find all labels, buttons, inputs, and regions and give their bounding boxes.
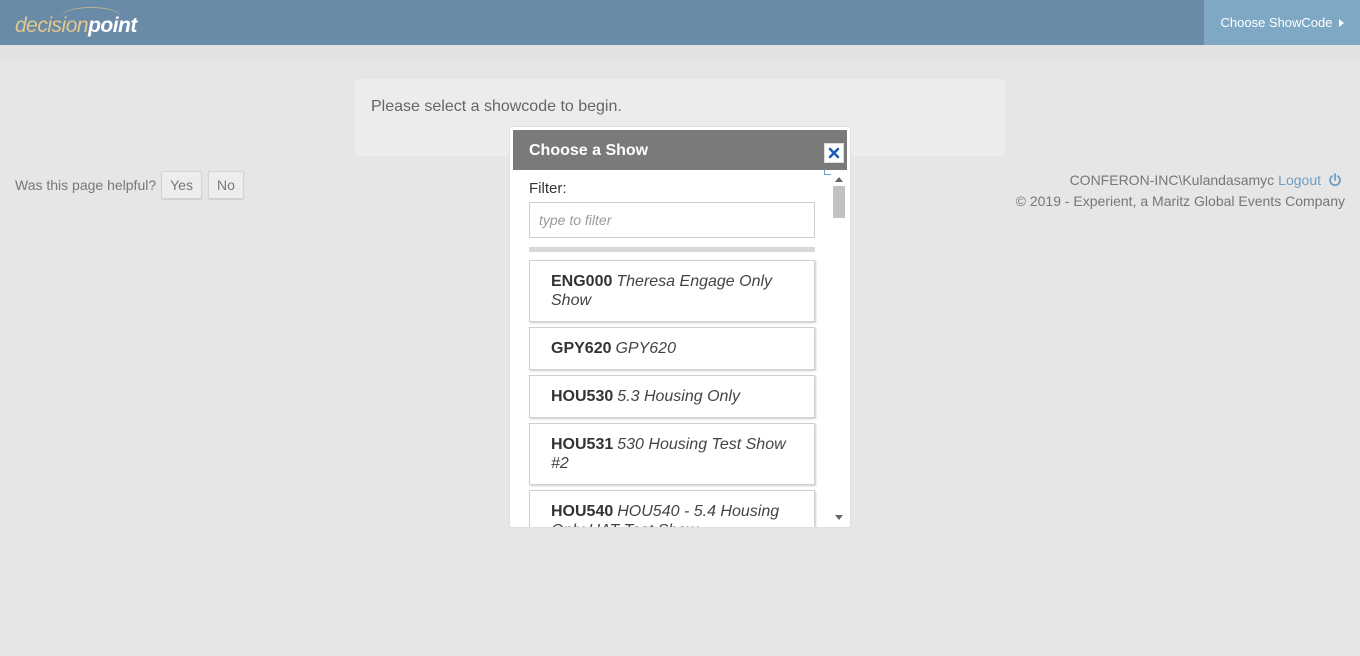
list-scrollbar[interactable] — [831, 173, 847, 524]
user-info: CONFERON-INC\Kulandasamyc Logout — [1070, 172, 1343, 188]
show-name: 5.3 Housing Only — [617, 388, 740, 405]
show-list-item[interactable]: HOU530 5.3 Housing Only — [529, 375, 815, 418]
show-list-item[interactable]: GPY620 GPY620 — [529, 327, 815, 370]
show-code: ENG000 — [551, 273, 613, 290]
power-icon[interactable] — [1327, 172, 1343, 188]
select-showcode-message: Please select a showcode to begin. — [371, 98, 622, 115]
feedback-question: Was this page helpful? — [15, 177, 157, 193]
feedback-yes-button[interactable]: Yes — [161, 171, 202, 199]
show-code: HOU531 — [551, 436, 614, 453]
feedback-no-button[interactable]: No — [207, 171, 244, 199]
logo-text-point: point — [88, 14, 137, 37]
show-list-item[interactable]: ENG000 Theresa Engage Only Show — [529, 260, 815, 322]
show-code: GPY620 — [551, 340, 612, 357]
logout-link[interactable]: Logout — [1278, 172, 1321, 188]
top-navbar: decisionpoint Choose ShowCode — [0, 0, 1360, 45]
filter-divider — [529, 247, 815, 252]
close-icon — [828, 147, 840, 159]
modal-close-button[interactable] — [824, 143, 844, 163]
scrollbar-thumb[interactable] — [833, 186, 845, 218]
modal-header: Choose a Show — [513, 130, 847, 170]
choose-showcode-button[interactable]: Choose ShowCode — [1204, 0, 1360, 45]
filter-input[interactable] — [529, 202, 815, 238]
app-logo[interactable]: decisionpoint — [15, 14, 137, 38]
logo-text-decision: decision — [15, 14, 89, 37]
choose-show-modal: Choose a Show Filter: ENG000Theresa Enga… — [510, 127, 850, 527]
show-name: GPY620 — [615, 340, 676, 357]
scroll-down-icon[interactable] — [835, 515, 843, 520]
caret-right-icon — [1338, 18, 1344, 27]
show-code: HOU530 — [551, 388, 614, 405]
show-list-item[interactable]: HOU531 530 Housing Test Show #2 — [529, 423, 815, 485]
resize-grip-icon — [824, 170, 831, 175]
show-list-item[interactable]: HOU540HOU540 - 5.4 Housing Only UAT Test… — [529, 490, 815, 527]
filter-label: Filter: — [529, 180, 567, 197]
copyright: © 2019 - Experient, a Maritz Global Even… — [1015, 193, 1345, 209]
sub-header-strip — [0, 45, 1360, 61]
show-list: ENG000 Theresa Engage Only Show GPY620 GPY… — [529, 260, 815, 527]
choose-showcode-label: Choose ShowCode — [1220, 15, 1333, 30]
username: CONFERON-INC\Kulandasamyc — [1069, 172, 1275, 188]
scroll-up-icon[interactable] — [835, 177, 843, 182]
show-code: HOU540 — [551, 503, 614, 520]
page-feedback: Was this page helpful? Yes No — [15, 170, 244, 200]
modal-title: Choose a Show — [529, 142, 649, 159]
modal-body: Filter: ENG000Theresa Engage Only Show G… — [513, 170, 847, 527]
